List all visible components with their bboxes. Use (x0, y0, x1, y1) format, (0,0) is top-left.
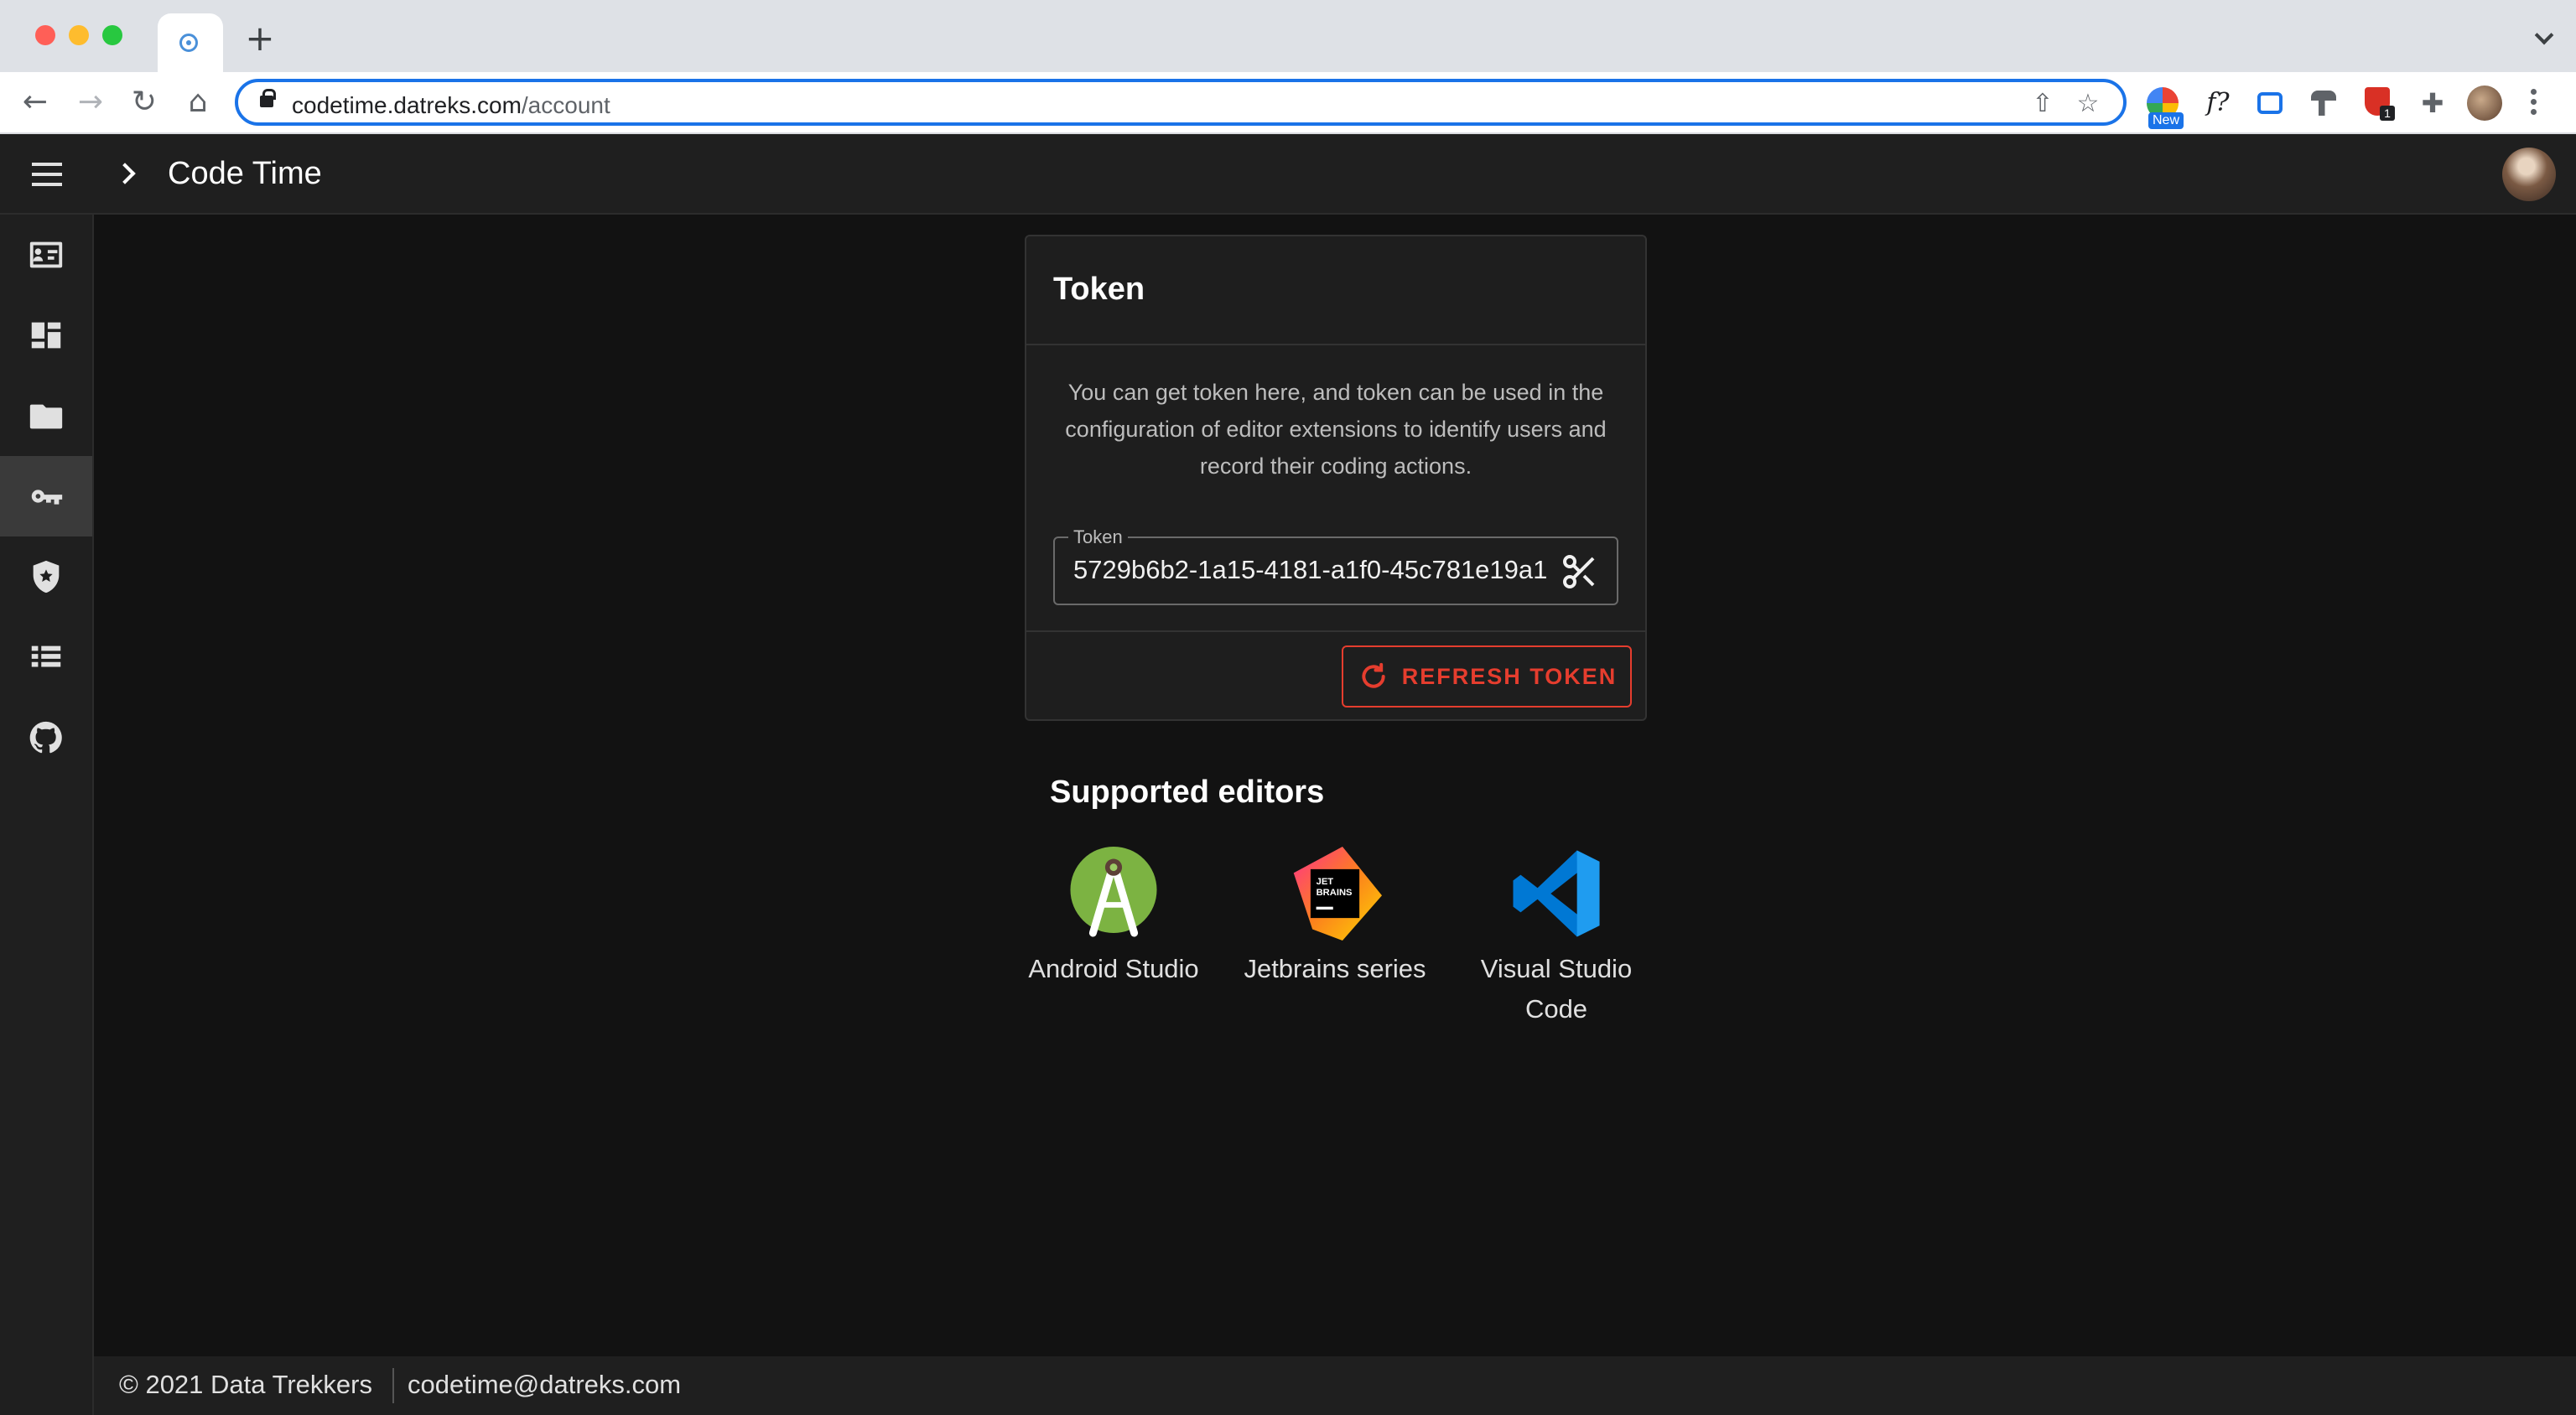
shield-star-icon (33, 560, 60, 593)
token-field-value[interactable]: 5729b6b2-1a15-4181-a1f0-45c781e19a1 (1073, 555, 1558, 585)
home-button[interactable]: ⌂ (179, 84, 216, 121)
key-icon (31, 490, 63, 505)
menu-icon[interactable] (32, 163, 62, 186)
chevron-right-icon[interactable] (114, 163, 136, 184)
sidebar-item-projects[interactable] (0, 376, 92, 456)
editor-android-studio[interactable]: Android Studio (1013, 847, 1214, 989)
token-field[interactable]: Token 5729b6b2-1a15-4181-a1f0-45c781e19a… (1053, 526, 1618, 605)
lock-icon[interactable] (260, 89, 276, 107)
app-title: Code Time (168, 156, 322, 191)
browser-toolbar: ← → ↻ ⌂ codetime.datreks.com/account ⇧ ☆… (0, 72, 2576, 134)
app-bar: Code Time (0, 134, 2576, 215)
sidebar-item-records[interactable] (0, 617, 92, 697)
account-card-icon (29, 241, 63, 268)
translate-extension-icon[interactable] (2257, 92, 2283, 114)
vscode-icon (1513, 850, 1600, 937)
shield-extension-icon[interactable]: 1 (2365, 87, 2395, 121)
refresh-icon (1362, 662, 1385, 688)
close-window-button[interactable] (35, 25, 55, 45)
browser-tabstrip: + (0, 0, 2576, 72)
editor-jetbrains[interactable]: JET BRAINS Jetbrains series (1234, 847, 1436, 989)
token-description: You can get token here, and token can be… (1065, 380, 1607, 479)
svg-text:JET: JET (1317, 877, 1334, 887)
card-actions-divider (1026, 630, 1645, 632)
refresh-token-label: REFRESH TOKEN (1401, 663, 1618, 689)
editor-vscode[interactable]: Visual Studio Code (1456, 847, 1657, 1029)
supported-editors-title: Supported editors (1050, 775, 1325, 810)
extensions-puzzle-icon[interactable]: ✚ (2417, 87, 2449, 119)
maximize-window-button[interactable] (102, 25, 122, 45)
new-tab-button[interactable]: + (243, 21, 277, 56)
browser-profile-avatar[interactable] (2467, 86, 2502, 121)
url-host: codetime.datreks.com (292, 92, 522, 118)
token-field-label: Token (1068, 526, 1128, 548)
token-card: Token You can get token here, and token … (1025, 235, 1647, 721)
user-avatar[interactable] (2502, 148, 2556, 201)
github-icon (29, 721, 62, 754)
editor-label: Jetbrains series (1244, 954, 1426, 983)
folder-icon (29, 404, 63, 429)
sidebar (0, 215, 94, 1415)
dashboard-icon (31, 322, 61, 349)
bookmark-star-icon[interactable]: ☆ (2075, 91, 2101, 117)
reload-button[interactable]: ↻ (126, 84, 163, 121)
footer-email-link[interactable]: codetime@datreks.com (408, 1370, 681, 1400)
editor-label: Visual Studio Code (1480, 954, 1633, 1024)
sidebar-item-dashboard[interactable] (0, 295, 92, 376)
extension-count-badge: 1 (2380, 106, 2395, 121)
token-card-title: Token (1053, 272, 1145, 307)
paint-extension-icon[interactable] (2311, 91, 2336, 116)
browser-menu-icon[interactable] (2531, 89, 2537, 117)
sidebar-item-account[interactable] (0, 215, 92, 295)
address-bar[interactable]: codetime.datreks.com/account ⇧ ☆ (235, 79, 2127, 126)
formula-extension-icon[interactable]: f? (2202, 87, 2234, 119)
editor-label: Android Studio (1028, 954, 1199, 983)
url-text: codetime.datreks.com/account (292, 92, 610, 119)
android-studio-icon (1070, 847, 1157, 937)
forward-button[interactable]: → (72, 84, 109, 121)
footer: © 2021 Data Trekkers codetime@datreks.co… (94, 1356, 2576, 1415)
tab-search-chevron-icon[interactable] (2534, 25, 2554, 45)
back-button[interactable]: ← (17, 84, 54, 121)
extension-new-badge: New (2148, 112, 2184, 129)
extension-color-icon[interactable]: New (2147, 87, 2184, 129)
copy-scissors-icon[interactable] (1560, 552, 1600, 592)
favicon-icon (179, 34, 198, 52)
footer-divider (392, 1368, 394, 1403)
list-icon (31, 645, 61, 667)
sidebar-item-github[interactable] (0, 697, 92, 778)
minimize-window-button[interactable] (69, 25, 89, 45)
sidebar-item-privacy[interactable] (0, 536, 92, 617)
share-icon[interactable]: ⇧ (2029, 91, 2056, 117)
sidebar-item-token[interactable] (0, 456, 92, 536)
footer-copyright: © 2021 Data Trekkers (119, 1370, 372, 1399)
card-header-divider (1026, 344, 1645, 345)
url-path: /account (521, 92, 610, 118)
refresh-token-button[interactable]: REFRESH TOKEN (1342, 645, 1632, 708)
jetbrains-icon: JET BRAINS (1293, 847, 1382, 941)
svg-text:BRAINS: BRAINS (1317, 888, 1353, 898)
browser-tab-active[interactable] (158, 13, 223, 72)
